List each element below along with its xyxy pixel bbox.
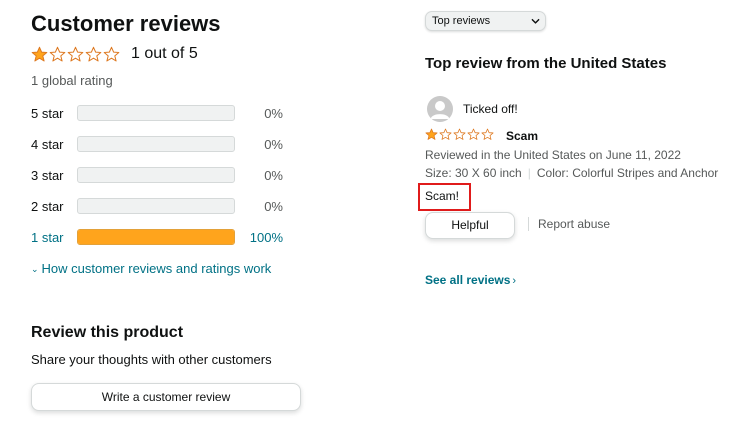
histogram-label[interactable]: 3 star <box>31 166 64 186</box>
histogram-label[interactable]: 2 star <box>31 197 64 217</box>
variant-size: Size: 30 X 60 inch <box>425 166 522 180</box>
sort-select[interactable]: Top reviews <box>425 11 546 31</box>
star-empty-icon <box>453 128 466 140</box>
sort-selected-value: Top reviews <box>432 15 491 27</box>
see-all-reviews-link[interactable]: See all reviews › <box>425 272 516 289</box>
histogram-bar[interactable] <box>77 198 235 214</box>
star-filled-icon <box>31 46 48 61</box>
histogram-bar[interactable] <box>77 105 235 121</box>
histogram-percent[interactable]: 0% <box>264 135 283 155</box>
star-empty-icon <box>103 46 120 61</box>
histogram-label[interactable]: 1 star <box>31 228 64 248</box>
histogram-row-3-star[interactable]: 3 star 0% <box>31 166 301 186</box>
histogram-row-2-star[interactable]: 2 star 0% <box>31 197 301 217</box>
see-all-reviews-label[interactable]: See all reviews <box>425 273 510 287</box>
top-review-heading: Top review from the United States <box>425 55 667 72</box>
histogram-percent[interactable]: 0% <box>264 104 283 124</box>
reviewer-name[interactable]: Ticked off! <box>463 101 518 117</box>
helpful-button[interactable]: Helpful <box>425 212 515 239</box>
review-date: Reviewed in the United States on June 11… <box>425 148 681 162</box>
histogram-percent[interactable]: 0% <box>264 197 283 217</box>
review-product-subtitle: Share your thoughts with other customers <box>31 352 272 367</box>
histogram-label[interactable]: 5 star <box>31 104 64 124</box>
variant-color: Color: Colorful Stripes and Anchor <box>536 166 719 180</box>
chevron-down-icon <box>531 18 540 24</box>
histogram-row-4-star[interactable]: 4 star 0% <box>31 135 301 155</box>
histogram-row-1-star[interactable]: 1 star 100% <box>31 228 301 248</box>
review-variant[interactable]: Size: 30 X 60 inch | Color: Colorful Strip… <box>425 165 718 181</box>
rating-stars <box>31 46 121 63</box>
report-abuse-link[interactable]: Report abuse <box>538 216 610 232</box>
star-empty-icon <box>67 46 84 61</box>
histogram-bar[interactable] <box>77 167 235 183</box>
chevron-down-icon: ⌄ <box>31 264 39 274</box>
how-reviews-work-link[interactable]: ⌄ How customer reviews and ratings work <box>31 260 271 279</box>
rating-text: 1 out of 5 <box>131 45 198 62</box>
review-product-title: Review this product <box>31 324 184 341</box>
star-empty-icon <box>439 128 452 140</box>
histogram-bar[interactable] <box>77 229 235 245</box>
star-filled-icon <box>425 128 438 140</box>
average-rating: 1 out of 5 <box>31 43 198 65</box>
review-body: Scam! <box>418 183 471 211</box>
histogram-label[interactable]: 4 star <box>31 135 64 155</box>
how-reviews-work-label[interactable]: How customer reviews and ratings work <box>42 261 272 276</box>
write-review-button[interactable]: Write a customer review <box>31 383 301 411</box>
star-empty-icon <box>49 46 66 61</box>
star-empty-icon <box>481 128 494 140</box>
page-title: Customer reviews <box>31 11 221 36</box>
user-icon <box>427 96 453 122</box>
histogram-fill <box>78 230 234 244</box>
histogram-bar[interactable] <box>77 136 235 152</box>
star-empty-icon <box>85 46 102 61</box>
review-stars[interactable] <box>425 128 495 141</box>
global-rating-count: 1 global rating <box>31 73 113 88</box>
divider: | <box>527 166 531 180</box>
histogram-percent[interactable]: 0% <box>264 166 283 186</box>
chevron-right-icon: › <box>512 275 517 287</box>
review-headline[interactable]: Scam <box>506 128 538 144</box>
histogram-percent[interactable]: 100% <box>250 228 283 248</box>
avatar <box>427 96 453 122</box>
histogram-row-5-star[interactable]: 5 star 0% <box>31 104 301 124</box>
star-empty-icon <box>467 128 480 140</box>
divider <box>528 217 529 231</box>
